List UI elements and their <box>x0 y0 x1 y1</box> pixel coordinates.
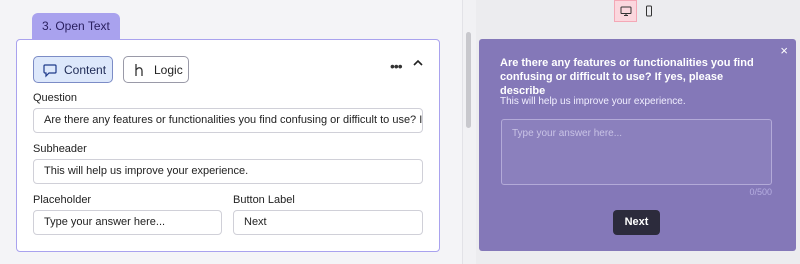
button-label-input[interactable]: Next <box>233 210 423 235</box>
speech-bubble-icon <box>42 62 58 78</box>
close-icon[interactable]: × <box>780 43 788 58</box>
question-card: Content Logic ••• Question Are there any… <box>16 39 440 252</box>
placeholder-label: Placeholder <box>33 194 92 206</box>
question-input[interactable]: Are there any features or functionalitie… <box>33 108 423 133</box>
character-count: 0/500 <box>749 187 772 197</box>
editor-pane: 3. Open Text Content Logic ••• Question … <box>0 0 462 264</box>
content-tab-label: Content <box>64 62 107 77</box>
question-label: Question <box>33 92 78 104</box>
mobile-view-button[interactable] <box>637 0 660 22</box>
logic-branch-icon <box>132 62 148 78</box>
device-toggle <box>614 0 660 22</box>
desktop-icon <box>620 6 631 16</box>
content-tab-button[interactable]: Content <box>33 56 113 83</box>
survey-answer-textarea[interactable]: Type your answer here... <box>501 119 772 185</box>
more-options-icon[interactable]: ••• <box>390 58 403 74</box>
mobile-icon <box>645 5 652 17</box>
button-label-label: Button Label <box>233 194 295 206</box>
survey-next-button[interactable]: Next <box>613 210 660 235</box>
editor-scrollbar[interactable] <box>466 32 471 128</box>
survey-subheader: This will help us improve your experienc… <box>500 96 686 107</box>
subheader-label: Subheader <box>33 143 87 155</box>
chevron-up-icon[interactable] <box>412 57 424 69</box>
question-tab[interactable]: 3. Open Text <box>32 13 120 40</box>
survey-question-title: Are there any features or functionalitie… <box>500 57 754 97</box>
logic-tab-button[interactable]: Logic <box>123 56 189 83</box>
survey-preview-card: × Are there any features or functionalit… <box>479 39 796 251</box>
logic-tab-label: Logic <box>154 62 183 77</box>
placeholder-input[interactable]: Type your answer here... <box>33 210 222 235</box>
desktop-view-button[interactable] <box>614 0 637 22</box>
subheader-input[interactable]: This will help us improve your experienc… <box>33 159 423 184</box>
